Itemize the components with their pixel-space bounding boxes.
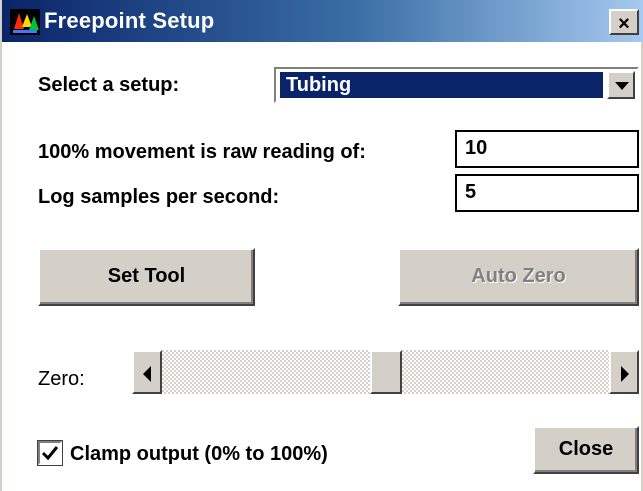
window-title: Freepoint Setup bbox=[44, 8, 215, 33]
scroll-left-button[interactable] bbox=[132, 350, 162, 394]
clamp-output-checkbox[interactable] bbox=[37, 440, 63, 466]
clamp-output-label[interactable]: Clamp output (0% to 100%) bbox=[70, 442, 328, 466]
movement-label: 100% movement is raw reading of: bbox=[38, 141, 366, 163]
log-samples-per-second-input[interactable]: 5 bbox=[455, 174, 639, 212]
title-bar[interactable]: Freepoint Setup × bbox=[2, 0, 643, 42]
setup-label: Select a setup: bbox=[38, 74, 180, 96]
auto-zero-button[interactable]: Auto Zero bbox=[398, 248, 639, 306]
dropdown-button[interactable] bbox=[607, 71, 635, 99]
arrow-right-icon bbox=[621, 366, 629, 382]
setup-selected-value[interactable]: Tubing bbox=[279, 71, 604, 99]
freepoint-setup-window: Freepoint Setup × Select a setup: Tubing… bbox=[0, 0, 643, 491]
movement-raw-reading-input[interactable]: 10 bbox=[455, 130, 639, 168]
checkmark-icon bbox=[41, 446, 59, 461]
arrow-left-icon bbox=[143, 366, 151, 382]
close-icon[interactable]: × bbox=[609, 9, 639, 35]
samples-label: Log samples per second: bbox=[38, 186, 280, 208]
zero-label: Zero: bbox=[38, 368, 85, 390]
slider-thumb[interactable] bbox=[370, 350, 402, 394]
setup-dropdown[interactable]: Tubing bbox=[274, 67, 639, 103]
scroll-right-button[interactable] bbox=[609, 350, 639, 394]
chevron-down-icon bbox=[615, 82, 629, 90]
close-button[interactable]: Close bbox=[533, 426, 639, 474]
zero-slider[interactable] bbox=[132, 350, 639, 394]
set-tool-button[interactable]: Set Tool bbox=[38, 248, 255, 306]
freepoint-app-icon bbox=[10, 9, 40, 35]
